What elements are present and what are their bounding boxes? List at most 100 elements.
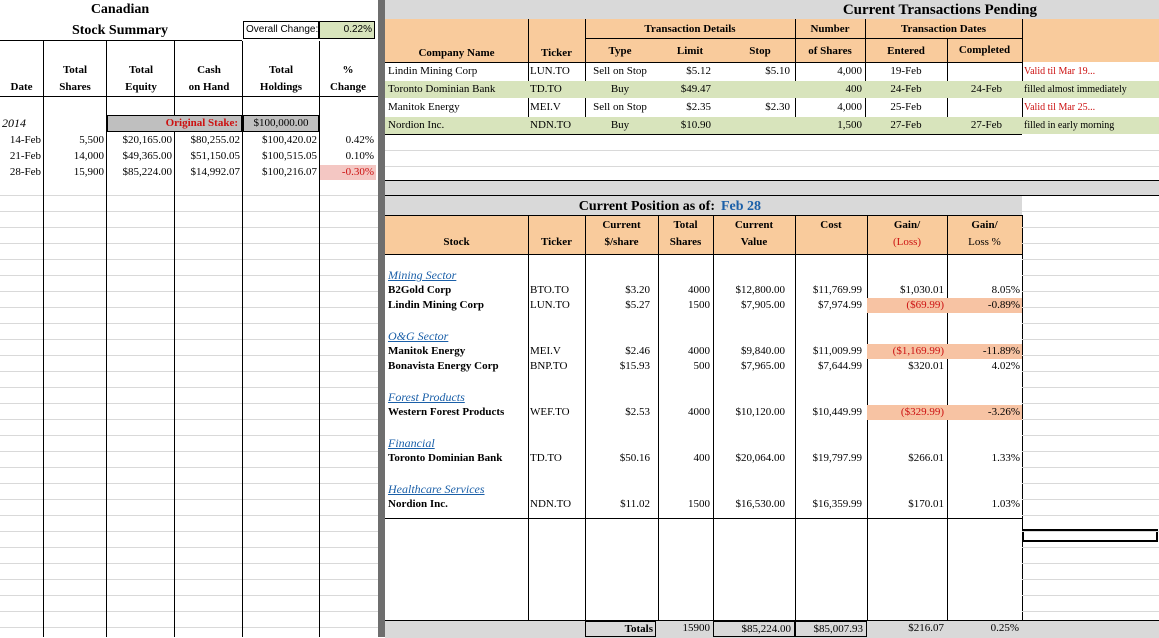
- position-gain: $320.01: [908, 360, 944, 372]
- pending-limit: $49.47: [680, 83, 711, 95]
- group-transaction-dates: Transaction Dates: [900, 23, 987, 35]
- position-bottom-line: [385, 518, 1022, 519]
- position-title: Current Position as of:: [578, 199, 715, 214]
- position-cost: $7,974.99: [818, 299, 862, 311]
- summary-shares: 15,900: [73, 166, 104, 178]
- col-header-holdings-1: Total: [268, 64, 294, 76]
- position-gain: ($1,169.99): [867, 344, 947, 359]
- pending-limit: $2.35: [686, 101, 711, 113]
- left-panel: Canadian Stock Summary Overall Change: 0…: [0, 0, 378, 637]
- pcol-value-1: Current: [734, 219, 774, 231]
- col-company: Company Name: [418, 47, 495, 59]
- position-price: $2.53: [625, 406, 650, 418]
- position-shares: 4000: [688, 345, 710, 357]
- summary-pct-change: -0.30%: [320, 165, 376, 180]
- summary-shares: 5,500: [79, 134, 104, 146]
- pending-completed: 27-Feb: [970, 119, 1002, 131]
- position-stock[interactable]: Western Forest Products: [388, 405, 528, 420]
- position-shares: 1500: [688, 498, 710, 510]
- position-ticker: MEI.V: [530, 345, 561, 357]
- position-gain-pct: -0.89%: [947, 298, 1022, 313]
- pending-entered: 24-Feb: [890, 83, 922, 95]
- position-value: $16,530.00: [735, 498, 786, 510]
- position-shares: 1500: [688, 299, 710, 311]
- overall-change-value: 0.22%: [319, 21, 375, 39]
- pcol-shares-1: Total: [673, 219, 698, 231]
- summary-shares: 14,000: [73, 150, 104, 162]
- pending-company[interactable]: Manitok Energy: [388, 100, 528, 115]
- position-value: $7,905.00: [741, 299, 785, 311]
- pending-type: Sell on Stop: [593, 65, 647, 77]
- position-gain-pct: -11.89%: [947, 344, 1022, 359]
- pending-type: Buy: [610, 83, 630, 95]
- position-stock[interactable]: Toronto Dominian Bank: [388, 451, 528, 466]
- position-gain: ($329.99): [867, 405, 947, 420]
- col-header-cash-2: on Hand: [188, 81, 230, 93]
- summary-holdings: $100,216.07: [262, 166, 317, 178]
- section-separator: [385, 180, 1159, 196]
- pcol-shares-2: Shares: [669, 236, 702, 248]
- position-price: $5.27: [625, 299, 650, 311]
- panel-divider: [378, 0, 385, 637]
- position-price: $2.46: [625, 345, 650, 357]
- pending-company[interactable]: Nordion Inc.: [388, 118, 528, 133]
- position-ticker: NDN.TO: [530, 498, 572, 510]
- position-price: $11.02: [620, 498, 650, 510]
- position-price: $15.93: [619, 360, 650, 372]
- position-stock[interactable]: B2Gold Corp: [388, 283, 528, 298]
- original-stake-label: Original Stake:: [107, 115, 242, 132]
- left-title-line2: Stock Summary: [71, 23, 169, 38]
- pending-type: Sell on Stop: [593, 101, 647, 113]
- original-stake-value: $100,000.00: [243, 115, 319, 132]
- pending-company[interactable]: Lindin Mining Corp: [388, 64, 528, 79]
- position-cost: $11,769.99: [812, 284, 862, 296]
- position-price: $50.16: [619, 452, 650, 464]
- position-shares: 500: [693, 360, 711, 372]
- pending-ticker: TD.TO: [530, 83, 562, 95]
- pending-ticker: NDN.TO: [530, 119, 572, 131]
- left-col-line: [319, 41, 320, 637]
- position-stock[interactable]: Bonavista Energy Corp: [388, 359, 528, 374]
- pending-shares: 4,000: [837, 65, 862, 77]
- pending-note: filled almost immediately: [1024, 84, 1127, 95]
- position-cost: $11,009.99: [812, 345, 862, 357]
- position-gain: $1,030.01: [900, 284, 944, 296]
- pcol-ticker: Ticker: [541, 236, 572, 248]
- summary-equity: $85,224.00: [122, 166, 173, 178]
- col-header-holdings-2: Holdings: [259, 81, 303, 93]
- pending-company[interactable]: Toronto Dominian Bank: [388, 82, 528, 97]
- pending-entered: 19-Feb: [890, 65, 922, 77]
- pending-shares: 4,000: [837, 101, 862, 113]
- col-ticker: Ticker: [541, 47, 572, 59]
- pending-ticker: MEI.V: [530, 101, 561, 113]
- right-grid: [1022, 196, 1159, 637]
- col-header-cash-1: Cash: [197, 64, 221, 76]
- pcol-price-1: Current: [602, 219, 641, 231]
- position-price: $3.20: [625, 284, 650, 296]
- position-stock[interactable]: Manitok Energy: [388, 344, 528, 359]
- position-gain-pct: -3.26%: [947, 405, 1022, 420]
- pending-note: Valid til Mar 19...: [1024, 66, 1096, 77]
- left-header-bottom-line: [0, 96, 378, 97]
- position-stock[interactable]: Lindin Mining Corp: [388, 298, 528, 313]
- position-gain-pct: 1.33%: [991, 452, 1020, 464]
- col-header-total-equity-2: Equity: [125, 81, 157, 93]
- position-stock[interactable]: Nordion Inc.: [388, 497, 528, 512]
- position-ticker: TD.TO: [530, 452, 562, 464]
- position-ticker: LUN.TO: [530, 299, 570, 311]
- left-title-underline: [0, 40, 242, 41]
- group-underline: [585, 38, 1022, 39]
- position-ticker: WEF.TO: [530, 406, 570, 418]
- col-entered: Entered: [887, 45, 925, 57]
- summary-cash: $80,255.02: [190, 134, 241, 146]
- pcol-stock: Stock: [443, 236, 470, 248]
- position-date: Feb 28: [721, 199, 762, 214]
- totals-gain: $216.07: [908, 622, 944, 634]
- position-cost: $7,644.99: [818, 360, 862, 372]
- pcol-price-2: $/share: [604, 236, 639, 248]
- col-shares: of Shares: [808, 45, 852, 57]
- position-gain: ($69.99): [867, 298, 947, 313]
- pcol-gainpct-1: Gain/: [971, 219, 998, 231]
- col-header-date: Date: [10, 81, 33, 93]
- pcol-gainpct-2: Loss %: [968, 236, 1001, 248]
